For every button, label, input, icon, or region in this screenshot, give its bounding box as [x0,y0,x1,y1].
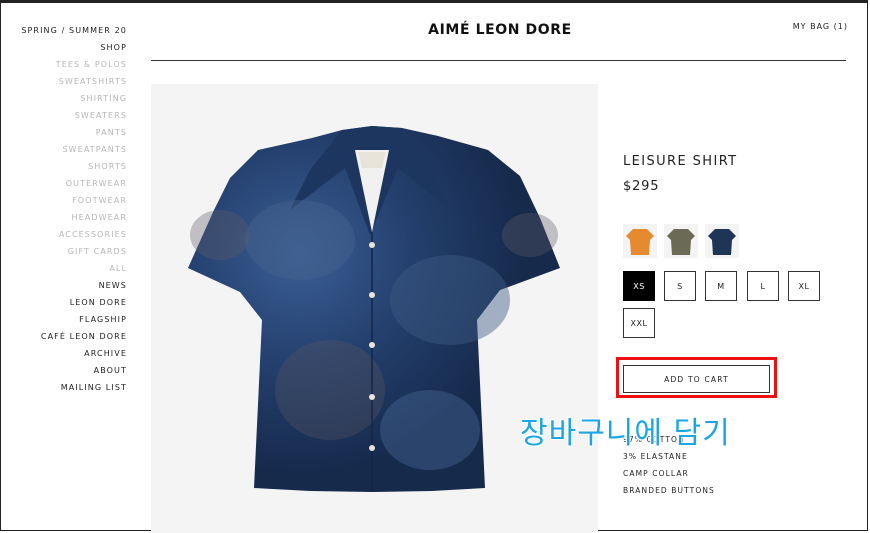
detail-camp-collar: CAMP COLLAR [623,469,689,478]
color-swatch-olive[interactable] [664,224,698,258]
my-bag-link[interactable]: MY BAG (1) [793,22,848,31]
detail-elastane: 3% ELASTANE [623,452,688,461]
add-to-cart-button[interactable]: ADD TO CART [623,365,770,393]
shirt-illustration [188,126,560,492]
nav-footwear[interactable]: FOOTWEAR [20,192,127,209]
nav-flagship[interactable]: FLAGSHIP [20,311,127,328]
nav-shop[interactable]: SHOP [20,39,127,56]
product-price: $295 [623,179,660,194]
nav-accessories[interactable]: ACCESSORIES [20,226,127,243]
nav-pants[interactable]: PANTS [20,124,127,141]
product-image [151,84,598,533]
side-navigation: SPRING / SUMMER 20 SHOP TEES & POLOS SWE… [20,22,127,396]
size-xl-button[interactable]: XL [788,271,820,301]
nav-archive[interactable]: ARCHIVE [20,345,127,362]
navy-shirt-thumbnail [705,224,739,258]
nav-outerwear[interactable]: OUTERWEAR [20,175,127,192]
nav-about[interactable]: ABOUT [20,362,127,379]
annotation-caption: 장바구니에 담기 [520,416,731,451]
product-title: LEISURE SHIRT [623,154,738,169]
size-l-button[interactable]: L [747,271,779,301]
size-xs-button[interactable]: XS [623,271,655,301]
nav-sweaters[interactable]: SWEATERS [20,107,127,124]
header-divider [151,60,846,61]
nav-spring-summer-20[interactable]: SPRING / SUMMER 20 [20,22,127,39]
size-xxl-button[interactable]: XXL [623,308,655,338]
nav-gift-cards[interactable]: GIFT CARDS [20,243,127,260]
nav-headwear[interactable]: HEADWEAR [20,209,127,226]
brand-logo[interactable]: AIMÉ LEON DORE [400,22,600,38]
nav-news[interactable]: NEWS [20,277,127,294]
orange-shirt-thumbnail [623,224,657,258]
color-swatch-navy[interactable] [705,224,739,258]
nav-shorts[interactable]: SHORTS [20,158,127,175]
color-swatch-orange[interactable] [623,224,657,258]
nav-sweatshirts[interactable]: SWEATSHIRTS [20,73,127,90]
olive-shirt-thumbnail [664,224,698,258]
nav-leon-dore[interactable]: LEON DORE [20,294,127,311]
nav-all[interactable]: ALL [20,260,127,277]
nav-sweatpants[interactable]: SWEATPANTS [20,141,127,158]
nav-mailing-list[interactable]: MAILING LIST [20,379,127,396]
nav-shirting[interactable]: SHIRTING [20,90,127,107]
size-m-button[interactable]: M [705,271,737,301]
detail-branded-buttons: BRANDED BUTTONS [623,486,715,495]
size-s-button[interactable]: S [664,271,696,301]
nav-cafe-leon-dore[interactable]: CAFÉ LEON DORE [20,328,127,345]
nav-tees-polos[interactable]: TEES & POLOS [20,56,127,73]
